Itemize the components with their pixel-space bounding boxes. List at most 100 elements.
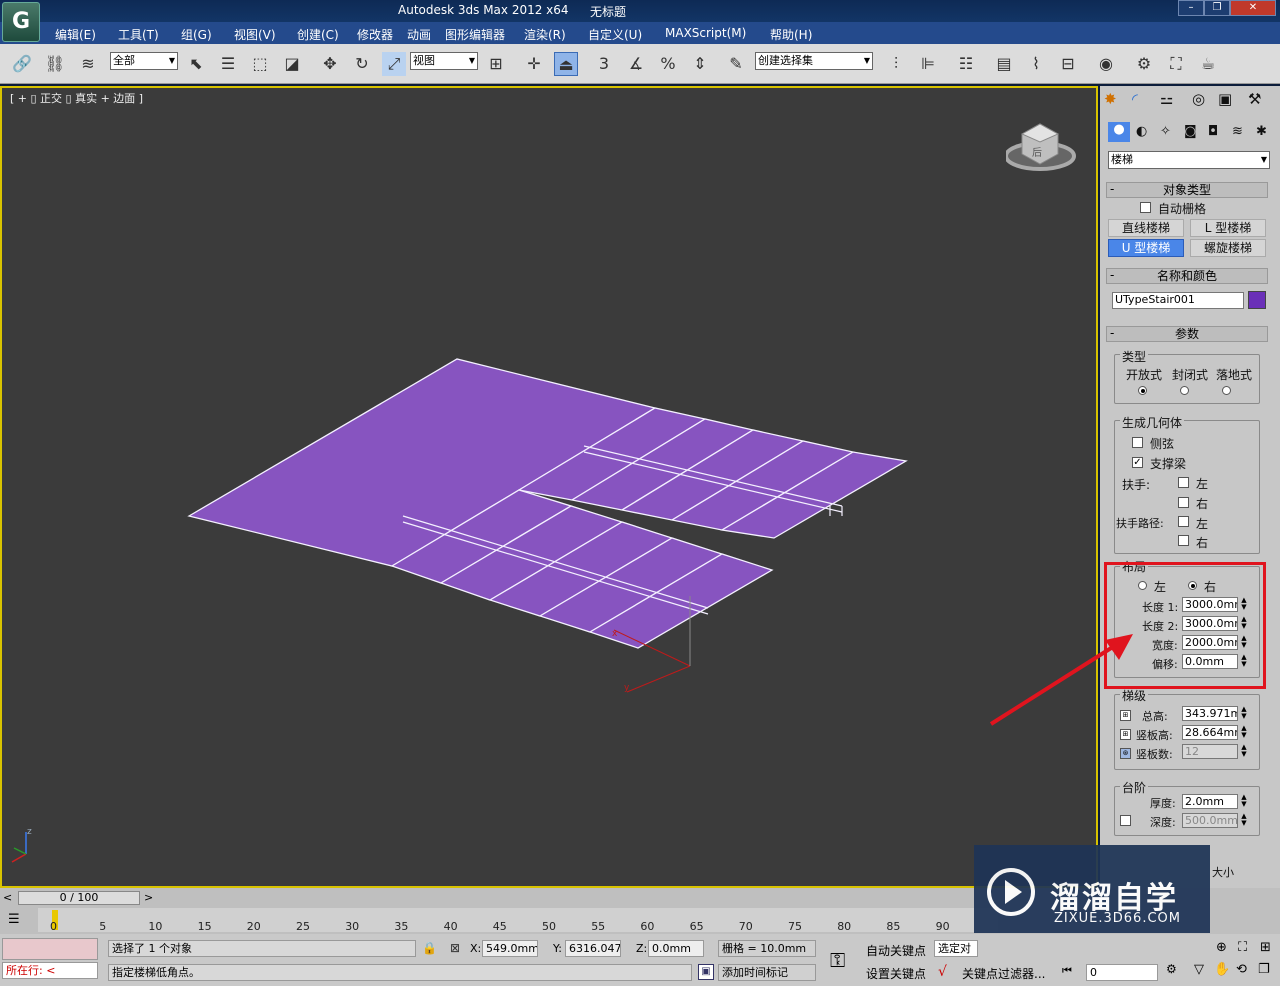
key-filters-button[interactable]: 关键点过滤器... xyxy=(962,965,1045,982)
bind-space-warp-icon[interactable]: ≋ xyxy=(76,52,100,76)
app-logo[interactable]: G xyxy=(2,2,40,42)
menu-customize[interactable]: 自定义(U) xyxy=(588,26,642,43)
next-frame-arrow[interactable]: > xyxy=(144,891,156,905)
selected-set-select[interactable]: 选定对 xyxy=(934,940,978,957)
close-button[interactable]: ✕ xyxy=(1230,0,1276,16)
scene-stairs[interactable]: x y z xyxy=(0,86,1098,888)
menu-modifiers[interactable]: 修改器 xyxy=(357,26,393,43)
current-frame-input[interactable]: 0 xyxy=(1086,964,1158,981)
edit-named-selection-icon[interactable]: ✎ xyxy=(724,52,748,76)
maxscript-listener[interactable] xyxy=(2,938,98,960)
link-icon[interactable]: 🔗 xyxy=(10,52,34,76)
time-slider[interactable]: 0 / 100 xyxy=(18,891,140,905)
prev-frame-arrow[interactable]: < xyxy=(3,891,15,905)
snaps-toggle-icon[interactable]: 3 xyxy=(592,52,616,76)
menu-views[interactable]: 视图(V) xyxy=(234,26,276,43)
cameras-category-icon[interactable]: ◙ xyxy=(1184,124,1197,139)
stringers-checkbox[interactable] xyxy=(1132,437,1143,448)
display-tab-icon[interactable]: ▣ xyxy=(1218,90,1232,108)
maxscript-mini-listener[interactable]: 所在行: < xyxy=(2,962,98,979)
layer-manager-icon[interactable]: ☷ xyxy=(954,52,978,76)
move-icon[interactable]: ✥ xyxy=(318,52,342,76)
riser-ct-spinner[interactable]: ▲ ▼ xyxy=(1240,744,1248,759)
maximize-button[interactable]: ❐ xyxy=(1204,0,1230,16)
zoom-all-icon[interactable]: ⊞ xyxy=(1260,940,1271,955)
depth-spinner[interactable]: ▲ ▼ xyxy=(1240,813,1248,828)
pan-icon[interactable]: ✋ xyxy=(1214,962,1230,977)
field-of-view-icon[interactable]: ▽ xyxy=(1194,962,1204,977)
handrail-left-checkbox[interactable] xyxy=(1178,477,1189,488)
create-tab-icon[interactable]: ✸ xyxy=(1104,90,1117,108)
window-crossing-icon[interactable]: ◪ xyxy=(280,52,304,76)
menu-tools[interactable]: 工具(T) xyxy=(118,26,159,43)
straight-stair-button[interactable]: 直线楼梯 xyxy=(1108,219,1184,237)
thickness-input[interactable]: 2.0mm xyxy=(1182,794,1238,809)
orbit-icon[interactable]: ⟲ xyxy=(1236,962,1247,977)
motion-tab-icon[interactable]: ◎ xyxy=(1192,90,1205,108)
curve-editor-icon[interactable]: ⌇ xyxy=(1024,52,1048,76)
menu-edit[interactable]: 编辑(E) xyxy=(55,26,96,43)
time-tag-icon[interactable]: ▣ xyxy=(698,964,714,980)
y-coordinate[interactable]: 6316.047m xyxy=(565,940,621,957)
selection-filter-select[interactable]: 全部 xyxy=(110,52,178,70)
rotate-icon[interactable]: ↻ xyxy=(350,52,374,76)
select-by-name-icon[interactable]: ☰ xyxy=(216,52,240,76)
angle-snap-icon[interactable]: ∡ xyxy=(624,52,648,76)
geometry-category-icon[interactable]: ● xyxy=(1108,122,1130,142)
lock-selection-icon[interactable]: 🔒 xyxy=(422,941,437,955)
geometry-type-select[interactable]: 楼梯 xyxy=(1108,151,1270,169)
menu-animation[interactable]: 动画 xyxy=(407,26,431,43)
handrail-right-checkbox[interactable] xyxy=(1178,497,1189,508)
depth-checkbox[interactable] xyxy=(1120,815,1131,826)
overall-spinner[interactable]: ▲ ▼ xyxy=(1240,706,1248,721)
carriage-checkbox[interactable]: ✓ xyxy=(1132,457,1143,468)
schematic-view-icon[interactable]: ⊟ xyxy=(1056,52,1080,76)
menu-rendering[interactable]: 渲染(R) xyxy=(524,26,566,43)
set-key-button[interactable]: 设置关键点 xyxy=(866,965,926,982)
percent-snap-icon[interactable]: % xyxy=(656,52,680,76)
thickness-spinner[interactable]: ▲ ▼ xyxy=(1240,794,1248,809)
autogrid-checkbox[interactable] xyxy=(1140,202,1151,213)
go-to-start-icon[interactable]: ⏮ xyxy=(1062,964,1072,978)
shapes-category-icon[interactable]: ◐ xyxy=(1136,124,1147,139)
l-type-stair-button[interactable]: L 型楼梯 xyxy=(1190,219,1266,237)
pivot-center-icon[interactable]: ⊞ xyxy=(484,52,508,76)
systems-category-icon[interactable]: ✱ xyxy=(1256,124,1267,139)
menu-create[interactable]: 创建(C) xyxy=(297,26,339,43)
keyboard-shortcut-override-icon[interactable]: ⏏ xyxy=(554,52,578,76)
menu-graph-editors[interactable]: 图形编辑器 xyxy=(445,26,505,43)
lights-category-icon[interactable]: ✧ xyxy=(1160,124,1171,139)
closed-type-radio[interactable] xyxy=(1180,386,1189,395)
menu-help[interactable]: 帮助(H) xyxy=(770,26,812,43)
menu-maxscript[interactable]: MAXScript(M) xyxy=(665,26,746,40)
parameters-rollout-header[interactable]: - 参数 xyxy=(1106,326,1268,342)
rail-path-right-checkbox[interactable] xyxy=(1178,535,1189,546)
riser-ht-input[interactable]: 28.664mm xyxy=(1182,725,1238,740)
space-warps-category-icon[interactable]: ≋ xyxy=(1232,124,1243,139)
box-type-radio[interactable] xyxy=(1222,386,1231,395)
riser-ht-spinner[interactable]: ▲ ▼ xyxy=(1240,725,1248,740)
riser-ht-lock-icon[interactable]: ⊞ xyxy=(1120,729,1131,740)
zoom-icon[interactable]: ⊕ xyxy=(1216,940,1227,955)
object-color-swatch[interactable] xyxy=(1248,291,1266,309)
time-config-icon[interactable]: ⚙ xyxy=(1166,962,1177,976)
add-time-tag[interactable]: 添加时间标记 xyxy=(718,964,816,981)
rail-path-left-checkbox[interactable] xyxy=(1178,516,1189,527)
spinner-snap-icon[interactable]: ⇕ xyxy=(688,52,712,76)
select-object-icon[interactable]: ⬉ xyxy=(184,52,208,76)
riser-ct-input[interactable]: 12 xyxy=(1182,744,1238,759)
named-selection-set-select[interactable]: 创建选择集 xyxy=(755,52,873,70)
z-coordinate[interactable]: 0.0mm xyxy=(648,940,704,957)
minimize-button[interactable]: – xyxy=(1178,0,1204,16)
reference-coord-select[interactable]: 视图 xyxy=(410,52,478,70)
zoom-extents-icon[interactable]: ⛶ xyxy=(1238,940,1247,955)
viewcube[interactable]: 后 xyxy=(1006,120,1078,176)
unlink-icon[interactable]: ⛓ xyxy=(43,52,67,76)
key-mode-icon[interactable]: √ xyxy=(938,964,947,980)
name-color-rollout-header[interactable]: - 名称和颜色 xyxy=(1106,268,1268,284)
mirror-icon[interactable]: ⫶ xyxy=(884,52,908,76)
rendered-frame-window-icon[interactable]: ⛶ xyxy=(1164,52,1188,76)
absolute-mode-icon[interactable]: ⊠ xyxy=(450,941,460,955)
riser-ct-lock-icon[interactable]: ⊛ xyxy=(1120,748,1131,759)
align-icon[interactable]: ⊫ xyxy=(916,52,940,76)
